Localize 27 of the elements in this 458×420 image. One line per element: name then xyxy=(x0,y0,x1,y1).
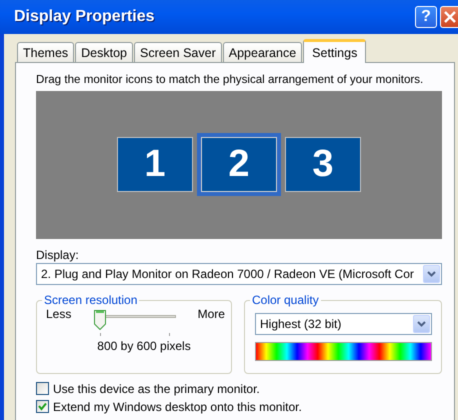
dropdown-field[interactable]: 2. Plug and Play Monitor on Radeon 7000 / Radeon VE (Microsoft Cor xyxy=(36,263,442,285)
resolution-reading: 800 by 600 pixels xyxy=(96,339,192,353)
less-label: Less xyxy=(46,307,72,321)
close-icon xyxy=(444,11,456,23)
checkbox-label: Extend my Windows desktop onto this monitor. xyxy=(53,400,302,414)
display-label: Display: xyxy=(36,248,80,262)
checkbox[interactable] xyxy=(36,382,49,395)
tab[interactable]: Appearance xyxy=(222,42,302,62)
tab[interactable]: Screen Saver xyxy=(134,42,222,62)
checkbox-label: Use this device as the primary monitor. xyxy=(53,382,260,396)
tab[interactable]: Settings xyxy=(303,39,366,63)
instruction-text: Drag the monitor icons to match the physical arrangement of your monitors. xyxy=(36,73,424,86)
help-button[interactable]: ? xyxy=(415,6,437,28)
tab[interactable]: Themes xyxy=(17,42,74,62)
slider-thumb[interactable] xyxy=(94,310,106,330)
window-title: Display Properties xyxy=(14,8,156,26)
group-title: Color quality xyxy=(250,293,321,307)
dropdown-field[interactable]: Highest (32 bit) xyxy=(255,313,432,335)
checkbox[interactable] xyxy=(36,400,49,413)
monitor-icon[interactable]: 1 xyxy=(117,136,193,192)
close-button[interactable] xyxy=(440,6,458,28)
tab[interactable]: Desktop xyxy=(75,42,134,62)
checkmark-icon xyxy=(38,402,47,411)
monitor-icon[interactable]: 3 xyxy=(285,136,361,192)
more-label: More xyxy=(198,307,225,321)
monitor-icon[interactable]: 2 xyxy=(197,132,281,196)
group-title: Screen resolution xyxy=(42,293,140,307)
